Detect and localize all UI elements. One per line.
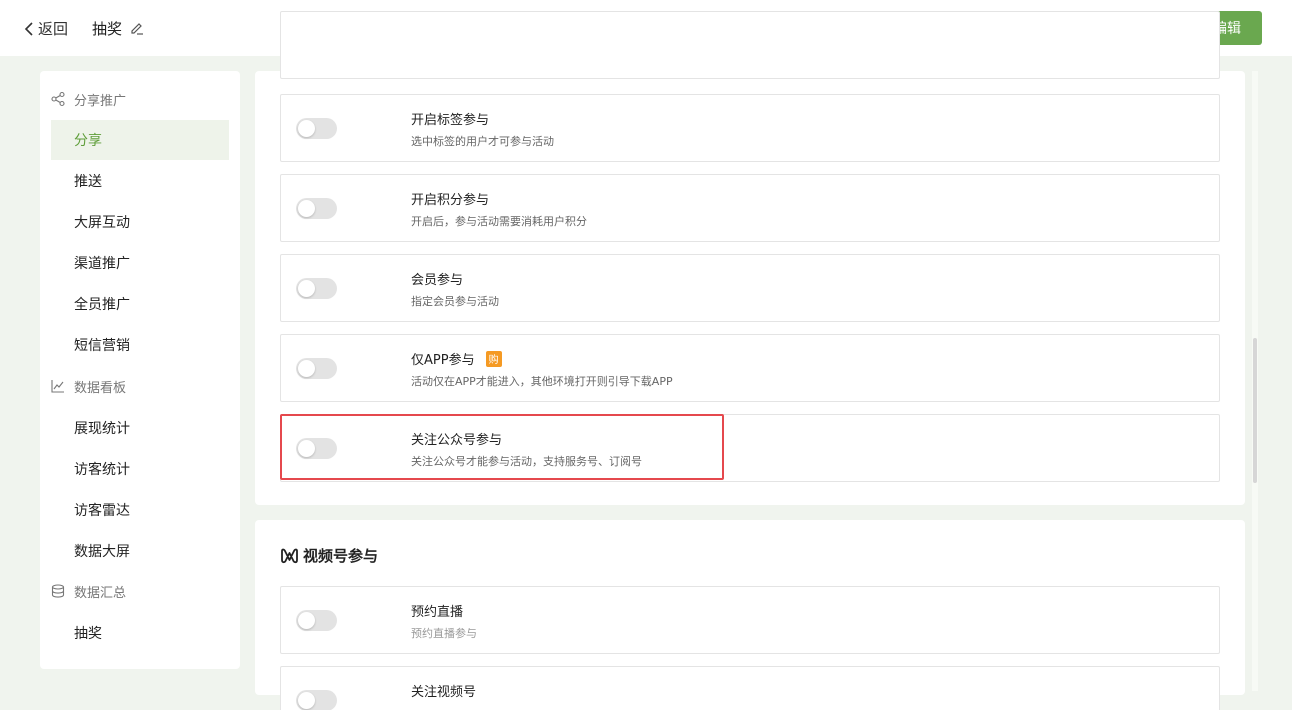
- page-title: 抽奖: [92, 20, 123, 38]
- sidebar-item-channel-promotion[interactable]: 渠道推广: [51, 243, 229, 283]
- setting-toggle[interactable]: [296, 358, 337, 379]
- setting-title: 关注公众号参与: [411, 433, 503, 448]
- setting-row: 开启积分参与 开启后，参与活动需要消耗用户积分: [280, 174, 1220, 242]
- setting-row: 仅APP参与 购 活动仅在APP才能进入，其他环境打开则引导下载APP: [280, 334, 1220, 402]
- sidebar-item-data-screen[interactable]: 数据大屏: [51, 531, 229, 571]
- sidebar-item-big-screen-interaction[interactable]: 大屏互动: [51, 202, 229, 242]
- video-channel-panel: 预约直播 预约直播参与 关注视频号: [255, 520, 1245, 710]
- sidebar-item-share[interactable]: 分享: [51, 120, 229, 160]
- sidebar: 分享推广 分享 推送 大屏互动 渠道推广 全员推广 短信营销 数据看板 展现统计…: [40, 71, 240, 669]
- setting-title-text: 仅APP参与: [411, 353, 475, 368]
- section-heading: 视频号参与: [280, 545, 378, 566]
- setting-toggle[interactable]: [296, 610, 337, 631]
- sidebar-item-staff-promotion[interactable]: 全员推广: [51, 284, 229, 324]
- back-button[interactable]: 返回: [22, 18, 68, 39]
- sidebar-item-visitor-radar[interactable]: 访客雷达: [51, 490, 229, 530]
- setting-description: 预约直播参与: [411, 627, 477, 640]
- sidebar-group-label: 数据看板: [74, 380, 127, 396]
- setting-title: 会员参与: [411, 273, 464, 288]
- setting-title: 关注视频号: [411, 685, 477, 700]
- share-icon: [51, 91, 65, 107]
- line-chart-icon: [51, 380, 64, 393]
- chevron-left-icon: [24, 21, 33, 36]
- sidebar-item-impression-stats[interactable]: 展现统计: [51, 408, 229, 448]
- sidebar-item-push[interactable]: 推送: [51, 161, 229, 201]
- purchase-badge: 购: [485, 350, 502, 367]
- setting-description: 关注公众号才能参与活动，支持服务号、订阅号: [411, 455, 642, 468]
- setting-row: 开启标签参与 选中标签的用户才可参与活动: [280, 94, 1220, 162]
- setting-toggle[interactable]: [296, 118, 337, 139]
- setting-description: 选中标签的用户才可参与活动: [411, 135, 554, 148]
- setting-title: 开启标签参与: [411, 113, 490, 128]
- sidebar-group-dashboard: 数据看板: [50, 374, 230, 398]
- sidebar-group-share: 分享推广: [50, 87, 230, 111]
- setting-title: 仅APP参与 购: [411, 349, 502, 368]
- setting-description: 活动仅在APP才能进入，其他环境打开则引导下载APP: [411, 375, 673, 388]
- sidebar-item-lottery[interactable]: 抽奖: [51, 613, 229, 653]
- setting-row: 预约直播 预约直播参与: [280, 586, 1220, 654]
- participation-settings-panel: 开启标签参与 选中标签的用户才可参与活动 开启积分参与 开启后，参与活动需要消耗…: [255, 11, 1245, 505]
- setting-row-previous: [280, 11, 1220, 79]
- setting-description: 开启后，参与活动需要消耗用户积分: [411, 215, 587, 228]
- sidebar-group-label: 分享推广: [74, 93, 127, 109]
- setting-toggle[interactable]: [296, 690, 337, 710]
- setting-row: 关注公众号参与 关注公众号才能参与活动，支持服务号、订阅号: [280, 414, 1220, 482]
- setting-title: 开启积分参与: [411, 193, 490, 208]
- setting-row: 关注视频号: [280, 666, 1220, 710]
- sidebar-item-sms-marketing[interactable]: 短信营销: [51, 325, 229, 365]
- sidebar-group-label: 数据汇总: [74, 585, 127, 601]
- setting-toggle[interactable]: [296, 278, 337, 299]
- sidebar-item-visitor-stats[interactable]: 访客统计: [51, 449, 229, 489]
- section-title: 视频号参与: [303, 547, 379, 565]
- pencil-icon[interactable]: [129, 20, 144, 35]
- setting-toggle[interactable]: [296, 198, 337, 219]
- back-label: 返回: [38, 20, 69, 38]
- setting-row: 会员参与 指定会员参与活动: [280, 254, 1220, 322]
- scrollbar-thumb[interactable]: [1253, 338, 1257, 483]
- database-icon: [51, 584, 65, 598]
- setting-title: 预约直播: [411, 605, 464, 620]
- setting-description: 指定会员参与活动: [411, 295, 499, 308]
- setting-toggle[interactable]: [296, 438, 337, 459]
- channels-icon: [281, 548, 298, 563]
- sidebar-group-summary: 数据汇总: [50, 579, 230, 603]
